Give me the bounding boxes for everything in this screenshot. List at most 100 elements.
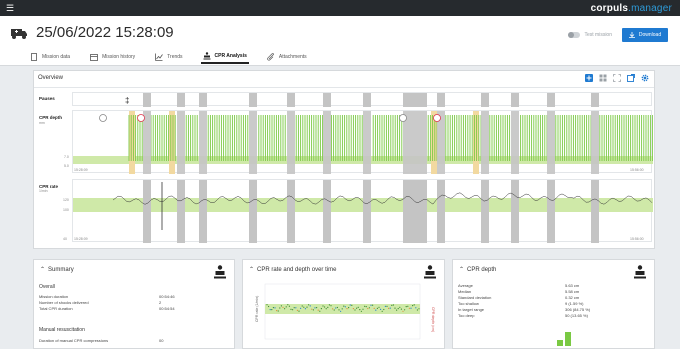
expand-icon[interactable] [613,74,621,82]
rate-depth-title[interactable]: ⌃ CPR rate and depth over time [249,266,336,274]
mini-data-point [303,306,305,308]
mini-data-point [410,307,412,309]
pause-segment [591,180,599,243]
pause-segment [481,180,489,243]
rate-time-end: 15:56:00 [630,237,644,241]
mini-data-point [368,307,370,309]
tab-attachments[interactable]: Attachments [265,50,309,64]
summary-row-value: 00:54:54 [159,306,175,311]
pause-segment [547,111,555,174]
cpr-depth-card: ⌃ CPR depth Average 5.63 cm Median 5.58 c… [452,259,655,349]
download-button[interactable]: Download [622,28,668,42]
pause-segment [287,180,295,243]
pause-segment [323,180,331,243]
mini-data-point [376,307,378,309]
mini-data-point [384,305,386,307]
pause-segment [481,93,489,107]
cpr-depth-card-title[interactable]: ⌃ CPR depth [459,266,496,274]
summary-title[interactable]: ⌃ Summary [40,266,74,274]
mini-data-point [309,305,311,307]
overview-panel: Overview Pauses ‡ CPR depth mm 7.0 5.0 1… [33,70,655,249]
trend-icon [155,53,163,61]
mini-data-point [370,304,372,306]
mini-data-point [359,309,361,311]
mini-data-point [352,308,354,310]
mini-data-point [391,304,393,306]
stat-key: In target range [458,307,485,312]
hamburger-menu-icon[interactable]: ☰ [6,3,14,13]
mini-data-point [388,307,390,309]
pause-segment [511,111,519,174]
pause-segment [143,180,151,243]
depth-time-start: 15:28:09 [74,168,88,172]
stat-key: Average [458,283,473,288]
mini-data-point [383,308,385,311]
mini-data-point [327,306,329,308]
tab-trends[interactable]: Trends [153,50,184,64]
rate-depth-card: ⌃ CPR rate and depth over time CPR rate (… [242,259,445,349]
mini-data-point [346,308,348,310]
tab-mission-data[interactable]: Mission data [28,50,72,64]
mini-data-point [284,308,286,310]
mini-data-point [295,307,297,309]
event-marker-icon [399,114,407,122]
summary-row-key: Total CPR duration [39,306,73,311]
depth-histogram-bar [565,332,571,346]
mini-data-point [354,309,356,311]
mini-data-point [362,308,364,310]
mini-data-point [317,309,319,311]
mini-data-point [292,309,294,311]
event-marker-icon [137,114,145,122]
pause-segment [547,93,555,107]
tab-cpr-analysis[interactable]: CPR Analysis [200,50,249,64]
mini-data-point [312,309,314,311]
mini-data-point [402,310,404,312]
mini-data-point [328,304,330,306]
mini-data-point [287,304,289,306]
mini-data-point [356,307,358,309]
pause-segment [481,111,489,174]
mini-data-point [330,305,332,307]
pause-segment [249,93,257,107]
mini-data-point [274,307,276,309]
summary-row-key: Duration of manual CPR compressions [39,338,109,343]
pause-segment [511,180,519,243]
cpr-person-icon [214,265,226,279]
cpr-depth-track [72,110,654,174]
mini-data-point [348,307,350,309]
test-mission-toggle[interactable]: Test mission [568,32,612,38]
mini-data-point [372,304,374,306]
cpr-rate-unit: 1/min [39,189,48,193]
pause-segment [177,111,185,174]
mini-data-point [319,310,321,312]
tab-mission-history[interactable]: Mission history [88,50,137,64]
top-bar: ☰ corpuls.manager [0,0,680,16]
summary-card: ⌃ Summary Overall Mission duration 00:54:… [33,259,235,349]
pause-segment [437,93,445,107]
grid-icon[interactable] [599,74,607,82]
add-box-icon[interactable] [585,74,593,82]
stat-value: 0.32 cm [565,295,580,300]
mini-data-point [279,307,281,309]
settings-gear-icon[interactable] [641,74,649,82]
chevron-up-icon: ⌃ [459,267,465,273]
export-icon[interactable] [627,74,635,82]
summary-row-key: Mission duration [39,294,69,299]
mini-data-point [340,310,342,312]
pauses-chart: ‡ [125,93,599,107]
mini-data-point [301,305,303,307]
pause-segment [363,111,371,174]
mini-data-point [416,309,418,311]
stat-key: Median [458,289,472,294]
pause-segment [287,111,295,174]
mini-data-point [412,305,414,307]
depth-tick-low: 5.0 [64,164,69,168]
pause-segment [249,180,257,243]
pause-segment [199,180,207,243]
rate-time-start: 15:28:09 [74,237,88,241]
pause-segment [143,111,151,174]
overall-heading: Overall [39,284,55,290]
mini-y-left-label: CPR rate (1/min) [255,296,259,322]
cpr-start-marker: ‡ [125,96,129,105]
mini-data-point [335,307,337,309]
